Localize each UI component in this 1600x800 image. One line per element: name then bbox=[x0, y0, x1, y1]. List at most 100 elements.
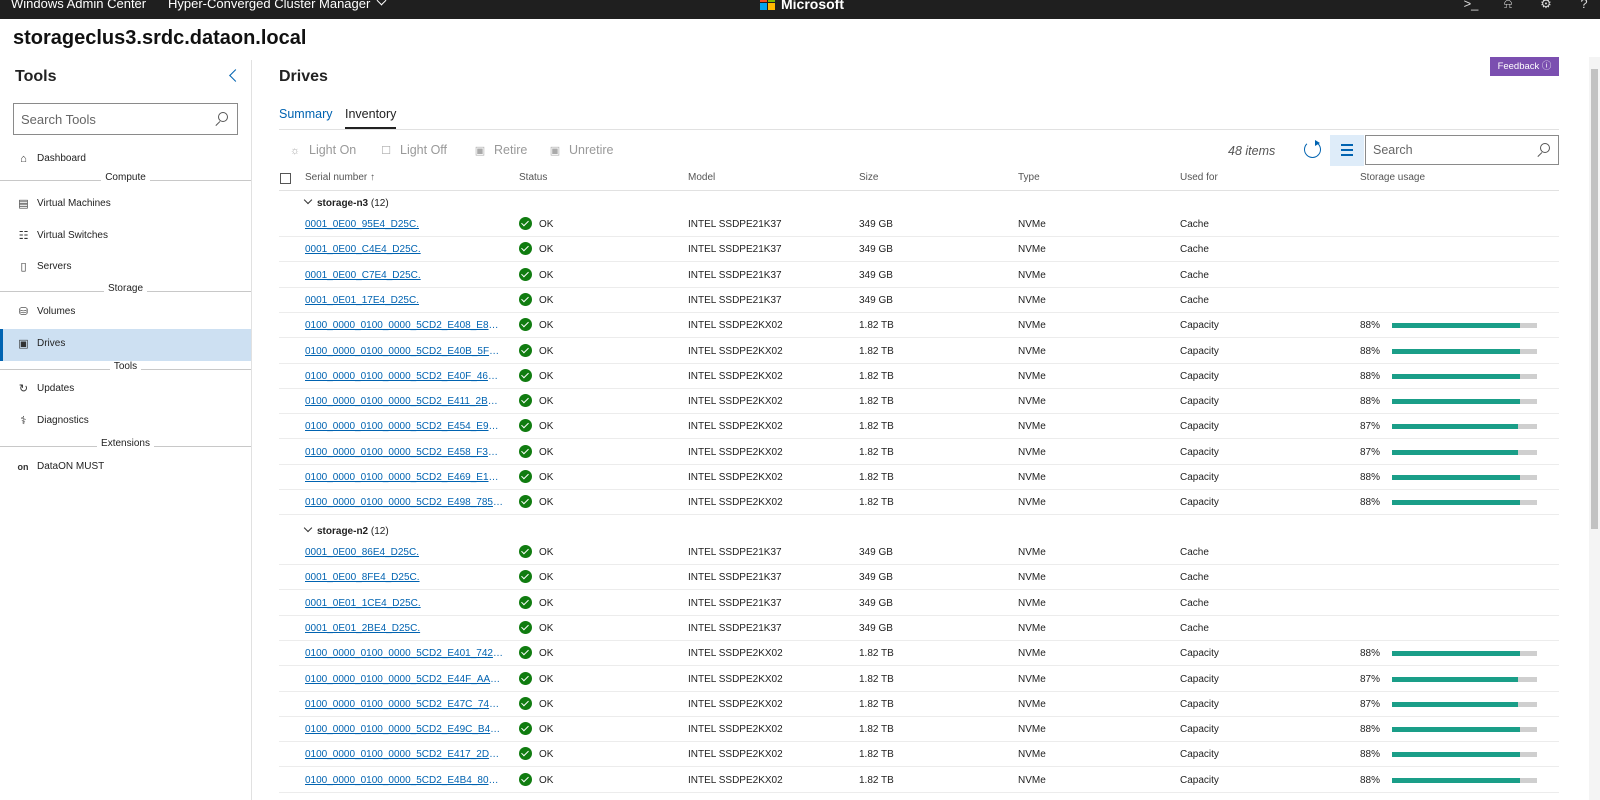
tab-inventory[interactable]: Inventory bbox=[345, 107, 397, 129]
table-row[interactable]: 0100_0000_0100_0000_5CD2_E408_E85D_4... O… bbox=[279, 313, 1559, 338]
table-row[interactable]: 0001_0E00_C7E4_D25C. OK INTEL SSDPE21K37 34… bbox=[279, 263, 1559, 288]
table-row[interactable]: 0100_0000_0100_0000_5CD2_E401_7423_5... O… bbox=[279, 641, 1559, 666]
group-header[interactable]: storage-n2 (12) bbox=[303, 523, 389, 537]
table-row[interactable]: 0100_0000_0100_0000_5CD2_E40B_5F59_4... O… bbox=[279, 339, 1559, 364]
serial-number-link[interactable]: 0100_0000_0100_0000_5CD2_E498_7859_4... bbox=[305, 497, 503, 508]
powershell-icon[interactable]: >_ bbox=[1463, 0, 1479, 14]
serial-number-link[interactable]: 0001_0E00_86E4_D25C. bbox=[305, 547, 503, 558]
column-header-type[interactable]: Type bbox=[1018, 172, 1040, 183]
table-row[interactable]: 0100_0000_0100_0000_5CD2_E47C_7423_5... O… bbox=[279, 692, 1559, 717]
sidebar-item-label: Virtual Machines bbox=[37, 198, 111, 209]
table-row[interactable]: 0100_0000_0100_0000_5CD2_E44F_AA2C_5... O… bbox=[279, 667, 1559, 692]
table-row[interactable]: 0100_0000_0100_0000_5CD2_E411_2B5F_4... O… bbox=[279, 389, 1559, 414]
usage-bar bbox=[1392, 424, 1537, 429]
serial-number-link[interactable]: 0100_0000_0100_0000_5CD2_E469_E15D_4... bbox=[305, 472, 503, 483]
serial-number-link[interactable]: 0100_0000_0100_0000_5CD2_E458_F358_4... bbox=[305, 447, 503, 458]
status-ok-icon bbox=[519, 217, 532, 230]
type-cell: NVMe bbox=[1018, 674, 1046, 685]
column-header-status[interactable]: Status bbox=[519, 172, 547, 183]
select-all-checkbox[interactable] bbox=[280, 173, 291, 184]
size-cell: 349 GB bbox=[859, 244, 893, 255]
header-divider bbox=[279, 190, 1559, 191]
sidebar-item-virtual-machines[interactable]: ▤ Virtual Machines bbox=[0, 189, 251, 221]
sidebar-item-servers[interactable]: ▯ Servers bbox=[0, 252, 251, 284]
table-row[interactable]: 0001_0E00_C4E4_D25C. OK INTEL SSDPE21K37 34… bbox=[279, 237, 1559, 262]
table-row[interactable]: 0001_0E00_95E4_D25C. OK INTEL SSDPE21K37 34… bbox=[279, 212, 1559, 237]
help-icon[interactable]: ? bbox=[1576, 0, 1592, 14]
sidebar-item-dataon-must[interactable]: on DataON MUST bbox=[0, 452, 251, 484]
sidebar-item-virtual-switches[interactable]: ☷ Virtual Switches bbox=[0, 221, 251, 253]
light-on-button[interactable]: ☼ Light On bbox=[289, 143, 356, 157]
column-header-used-for[interactable]: Used for bbox=[1180, 172, 1218, 183]
tab-summary[interactable]: Summary bbox=[279, 107, 332, 121]
retire-button[interactable]: ▣ Retire bbox=[474, 143, 528, 157]
sidebar-item-diagnostics[interactable]: ⚕ Diagnostics bbox=[0, 406, 251, 438]
serial-number-link[interactable]: 0100_0000_0100_0000_5CD2_E401_7423_5... bbox=[305, 648, 503, 659]
serial-number-link[interactable]: 0001_0E01_17E4_D25C. bbox=[305, 295, 503, 306]
column-header-size[interactable]: Size bbox=[859, 172, 878, 183]
feedback-button[interactable]: Feedback ⓘ bbox=[1490, 57, 1559, 76]
table-row[interactable]: 0100_0000_0100_0000_5CD2_E417_2DB6_4... O… bbox=[279, 742, 1559, 767]
table-row[interactable]: 0100_0000_0100_0000_5CD2_E458_F358_4... O… bbox=[279, 440, 1559, 465]
serial-number-link[interactable]: 0100_0000_0100_0000_5CD2_E40F_4652_4... bbox=[305, 371, 503, 382]
serial-number-link[interactable]: 0001_0E01_1CE4_D25C. bbox=[305, 598, 503, 609]
search-icon[interactable] bbox=[1536, 143, 1550, 157]
search-icon[interactable] bbox=[214, 112, 228, 126]
column-header-storage-usage[interactable]: Storage usage bbox=[1360, 172, 1425, 183]
vertical-scrollbar[interactable] bbox=[1589, 57, 1600, 800]
microsoft-logo-icon bbox=[760, 0, 775, 10]
serial-number-link[interactable]: 0100_0000_0100_0000_5CD2_E40B_5F59_4... bbox=[305, 346, 503, 357]
table-row[interactable]: 0001_0E00_8FE4_D25C. OK INTEL SSDPE21K37 34… bbox=[279, 565, 1559, 590]
serial-number-link[interactable]: 0100_0000_0100_0000_5CD2_E4B4_802C_5... bbox=[305, 775, 503, 786]
sidebar-item-updates[interactable]: ↻ Updates bbox=[0, 374, 251, 406]
app-title[interactable]: Windows Admin Center bbox=[11, 0, 146, 11]
status-text: OK bbox=[539, 244, 554, 255]
status-ok-icon bbox=[519, 722, 532, 735]
light-off-button[interactable]: ☐ Light Off bbox=[380, 143, 447, 157]
serial-number-link[interactable]: 0100_0000_0100_0000_5CD2_E408_E85D_4... bbox=[305, 320, 503, 331]
unretire-button[interactable]: ▣ Unretire bbox=[549, 143, 614, 157]
size-cell: 1.82 TB bbox=[859, 497, 894, 508]
serial-number-link[interactable]: 0100_0000_0100_0000_5CD2_E47C_7423_5... bbox=[305, 699, 503, 710]
collapse-chevron-icon[interactable] bbox=[227, 69, 241, 83]
serial-number-link[interactable]: 0001_0E00_C7E4_D25C. bbox=[305, 270, 503, 281]
table-row[interactable]: 0100_0000_0100_0000_5CD2_E469_E15D_4... O… bbox=[279, 465, 1559, 490]
serial-number-link[interactable]: 0100_0000_0100_0000_5CD2_E49C_B471_4... bbox=[305, 724, 503, 735]
serial-number-link[interactable]: 0001_0E01_2BE4_D25C. bbox=[305, 623, 503, 634]
table-row[interactable]: 0001_0E01_1CE4_D25C. OK INTEL SSDPE21K37 34… bbox=[279, 591, 1559, 616]
table-row[interactable]: 0100_0000_0100_0000_5CD2_E49C_B471_4... O… bbox=[279, 717, 1559, 742]
sidebar-item-volumes[interactable]: ⛁ Volumes bbox=[0, 297, 251, 329]
grid-search-input[interactable]: Search bbox=[1365, 135, 1559, 165]
serial-number-link[interactable]: 0001_0E00_C4E4_D25C. bbox=[305, 244, 503, 255]
usage-bar bbox=[1392, 500, 1537, 505]
settings-gear-icon[interactable]: ⚙ bbox=[1538, 0, 1554, 14]
sidebar-item-drives[interactable]: ▣ Drives bbox=[0, 329, 251, 361]
table-row[interactable]: 0001_0E01_17E4_D25C. OK INTEL SSDPE21K37 34… bbox=[279, 288, 1559, 313]
table-row[interactable]: 0100_0000_0100_0000_5CD2_E4B4_802C_5... O… bbox=[279, 768, 1559, 793]
table-row[interactable]: 0100_0000_0100_0000_5CD2_E498_7859_4... O… bbox=[279, 490, 1559, 515]
table-row[interactable]: 0001_0E01_2BE4_D25C. OK INTEL SSDPE21K37 34… bbox=[279, 616, 1559, 641]
list-view-icon[interactable] bbox=[1330, 135, 1364, 166]
usage-percent: 87% bbox=[1360, 699, 1381, 710]
search-tools-input[interactable]: Search Tools bbox=[13, 103, 238, 135]
serial-number-link[interactable]: 0100_0000_0100_0000_5CD2_E454_E95D_4... bbox=[305, 421, 503, 432]
table-row[interactable]: 0100_0000_0100_0000_5CD2_E40F_4652_4... O… bbox=[279, 364, 1559, 389]
table-row[interactable]: 0001_0E00_86E4_D25C. OK INTEL SSDPE21K37 34… bbox=[279, 540, 1559, 565]
refresh-icon[interactable] bbox=[1304, 140, 1321, 158]
chevron-down-icon[interactable] bbox=[303, 195, 313, 205]
serial-number-link[interactable]: 0001_0E00_95E4_D25C. bbox=[305, 219, 503, 230]
column-header-serial[interactable]: Serial number ↑ bbox=[305, 172, 375, 183]
usage-percent: 88% bbox=[1360, 472, 1381, 483]
context-switcher[interactable]: Hyper-Converged Cluster Manager bbox=[168, 0, 387, 11]
serial-number-link[interactable]: 0100_0000_0100_0000_5CD2_E411_2B5F_4... bbox=[305, 396, 503, 407]
group-header[interactable]: storage-n3 (12) bbox=[303, 195, 389, 209]
serial-number-link[interactable]: 0001_0E00_8FE4_D25C. bbox=[305, 572, 503, 583]
notifications-bell-icon[interactable]: ⍾ bbox=[1500, 0, 1516, 14]
table-row[interactable]: 0100_0000_0100_0000_5CD2_E454_E95D_4... O… bbox=[279, 414, 1559, 439]
serial-number-link[interactable]: 0100_0000_0100_0000_5CD2_E417_2DB6_4... bbox=[305, 749, 503, 760]
chevron-down-icon[interactable] bbox=[303, 523, 313, 533]
serial-number-link[interactable]: 0100_0000_0100_0000_5CD2_E44F_AA2C_5... bbox=[305, 674, 503, 685]
scrollbar-thumb[interactable] bbox=[1591, 69, 1598, 529]
column-header-model[interactable]: Model bbox=[688, 172, 715, 183]
size-cell: 1.82 TB bbox=[859, 648, 894, 659]
